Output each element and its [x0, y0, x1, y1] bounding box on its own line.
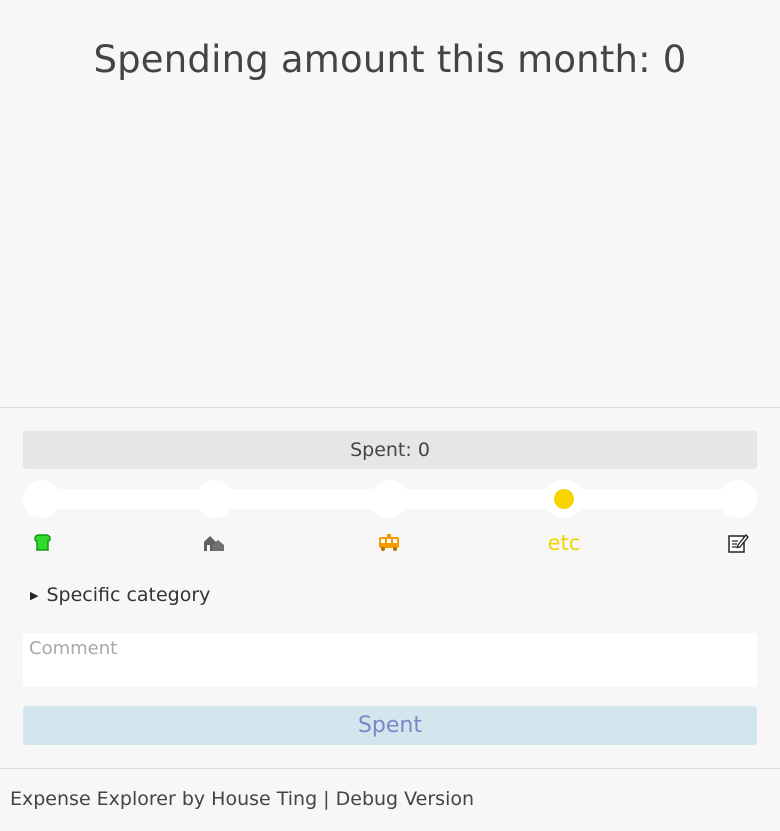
summary-header: Spending amount this month: 0: [0, 0, 780, 408]
slider-stop-food[interactable]: [23, 480, 61, 518]
footer-divider: [0, 768, 780, 769]
slider-stop-housing[interactable]: [196, 480, 234, 518]
slider-stop-etc[interactable]: [545, 480, 583, 518]
category-slider[interactable]: [23, 480, 757, 518]
etc-label[interactable]: etc: [534, 526, 594, 560]
footer-text: Expense Explorer by House Ting | Debug V…: [10, 788, 475, 810]
disclosure-triangle-icon: ▶: [30, 588, 39, 602]
memo-icon[interactable]: [708, 526, 768, 560]
spent-submit-button[interactable]: Spent: [23, 706, 757, 745]
slider-stop-custom[interactable]: [719, 480, 757, 518]
page-title: Spending amount this month: 0: [93, 38, 687, 81]
slider-handle[interactable]: [554, 489, 574, 509]
bus-icon[interactable]: [359, 526, 419, 560]
bread-icon[interactable]: [12, 526, 72, 560]
comment-box[interactable]: [23, 633, 757, 687]
house-icon[interactable]: [185, 526, 245, 560]
slider-stop-transport[interactable]: [370, 480, 408, 518]
spent-amount-display: Spent: 0: [23, 431, 757, 469]
category-labels: etc: [23, 526, 757, 560]
specific-category-label: Specific category: [46, 584, 211, 606]
comment-input[interactable]: [23, 633, 757, 663]
specific-category-toggle[interactable]: ▶ Specific category: [23, 582, 757, 608]
